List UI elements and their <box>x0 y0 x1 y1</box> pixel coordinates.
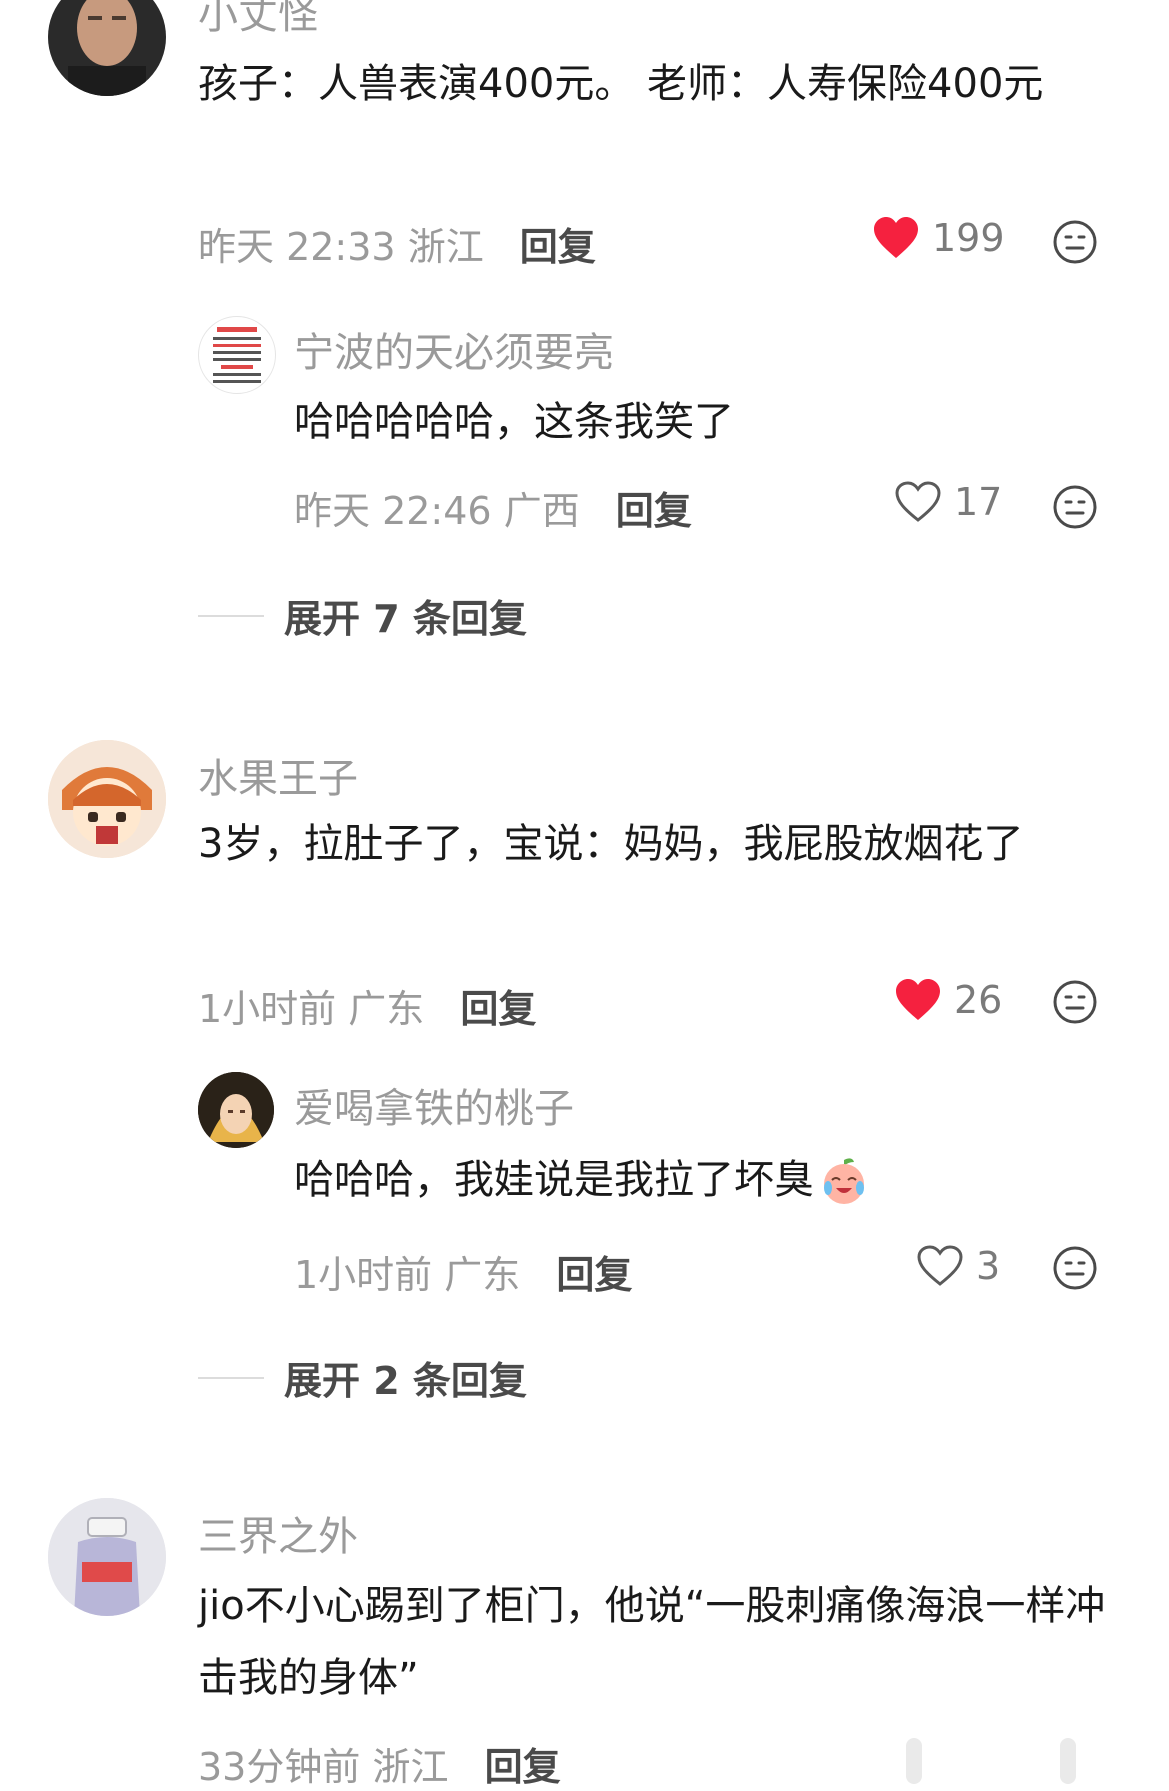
like-count: 199 <box>932 216 1005 260</box>
scroll-indicator-left[interactable] <box>906 1738 922 1784</box>
comment-meta: 昨天 22:33 浙江 回复 <box>198 216 596 271</box>
heart-outline-icon <box>917 1245 963 1286</box>
comment-text: 孩子：人兽表演400元。 老师：人寿保险400元 <box>198 61 1044 107</box>
like-button[interactable]: 199 <box>872 216 1005 260</box>
location: 浙江 <box>407 225 484 269</box>
heart-filled-icon <box>896 979 940 1020</box>
avatar[interactable] <box>48 740 166 858</box>
location: 广东 <box>348 987 425 1031</box>
comment-meta: 1小时前 广东 回复 <box>198 978 536 1033</box>
reply-text-content: 哈哈哈，我娃说是我拉了坏臭 <box>294 1157 814 1203</box>
expand-label: 展开 2 条回复 <box>284 1359 527 1403</box>
like-count: 26 <box>954 978 1003 1022</box>
reply-button[interactable]: 回复 <box>616 489 692 533</box>
like-count: 3 <box>976 1244 1001 1288</box>
comment-text: 3岁，拉肚子了，宝说：妈妈，我屁股放烟花了 <box>198 821 1024 867</box>
dislike-face-icon[interactable] <box>1052 484 1098 530</box>
timestamp: 33分钟前 <box>198 1745 361 1789</box>
scroll-indicator-right[interactable] <box>1060 1738 1076 1784</box>
reply-button[interactable]: 回复 <box>556 1253 632 1297</box>
reply-text: 哈哈哈哈哈，这条我笑了 <box>294 399 734 445</box>
location: 浙江 <box>372 1745 449 1789</box>
heart-outline-icon <box>895 481 941 522</box>
like-button[interactable]: 3 <box>916 1244 1000 1288</box>
dislike-face-icon[interactable] <box>1052 979 1098 1025</box>
avatar[interactable] <box>198 316 276 394</box>
comment-text: jio不小心踢到了柜门，他说“一股刺痛像海浪一样冲击我的身体” <box>198 1583 1106 1701</box>
username[interactable]: 小丈怪 <box>198 0 318 40</box>
location: 广西 <box>503 489 580 533</box>
reply-meta: 昨天 22:46 广西 回复 <box>294 480 692 535</box>
username[interactable]: 宁波的天必须要亮 <box>294 320 614 378</box>
avatar[interactable] <box>48 1498 166 1616</box>
reply-button[interactable]: 回复 <box>485 1745 561 1789</box>
comment-meta: 33分钟前 浙江 回复 <box>198 1736 561 1791</box>
heart-filled-icon <box>874 217 918 258</box>
dislike-face-icon[interactable] <box>1052 1245 1098 1291</box>
dislike-face-icon[interactable] <box>1052 219 1098 265</box>
reply-button[interactable]: 回复 <box>460 987 536 1031</box>
like-button[interactable]: 26 <box>894 978 1002 1022</box>
divider <box>198 614 264 617</box>
like-count: 17 <box>954 480 1003 524</box>
username[interactable]: 三界之外 <box>198 1504 358 1562</box>
expand-label: 展开 7 条回复 <box>284 597 527 641</box>
timestamp: 昨天 22:46 <box>294 489 492 533</box>
timestamp: 1小时前 <box>198 987 337 1031</box>
expand-replies-button[interactable]: 展开 2 条回复 <box>198 1350 527 1405</box>
crying-laughing-peach-emoji-icon <box>824 1158 864 1204</box>
username[interactable]: 爱喝拿铁的桃子 <box>294 1076 574 1134</box>
avatar[interactable] <box>48 0 166 96</box>
reply-button[interactable]: 回复 <box>520 225 596 269</box>
location: 广东 <box>444 1253 521 1297</box>
timestamp: 昨天 22:33 <box>198 225 396 269</box>
reply-text: 哈哈哈，我娃说是我拉了坏臭 <box>294 1144 1114 1216</box>
avatar[interactable] <box>198 1072 274 1148</box>
divider <box>198 1376 264 1379</box>
username[interactable]: 水果王子 <box>198 746 358 804</box>
expand-replies-button[interactable]: 展开 7 条回复 <box>198 588 527 643</box>
reply-meta: 1小时前 广东 回复 <box>294 1244 632 1299</box>
like-button[interactable]: 17 <box>894 480 1002 524</box>
timestamp: 1小时前 <box>294 1253 433 1297</box>
